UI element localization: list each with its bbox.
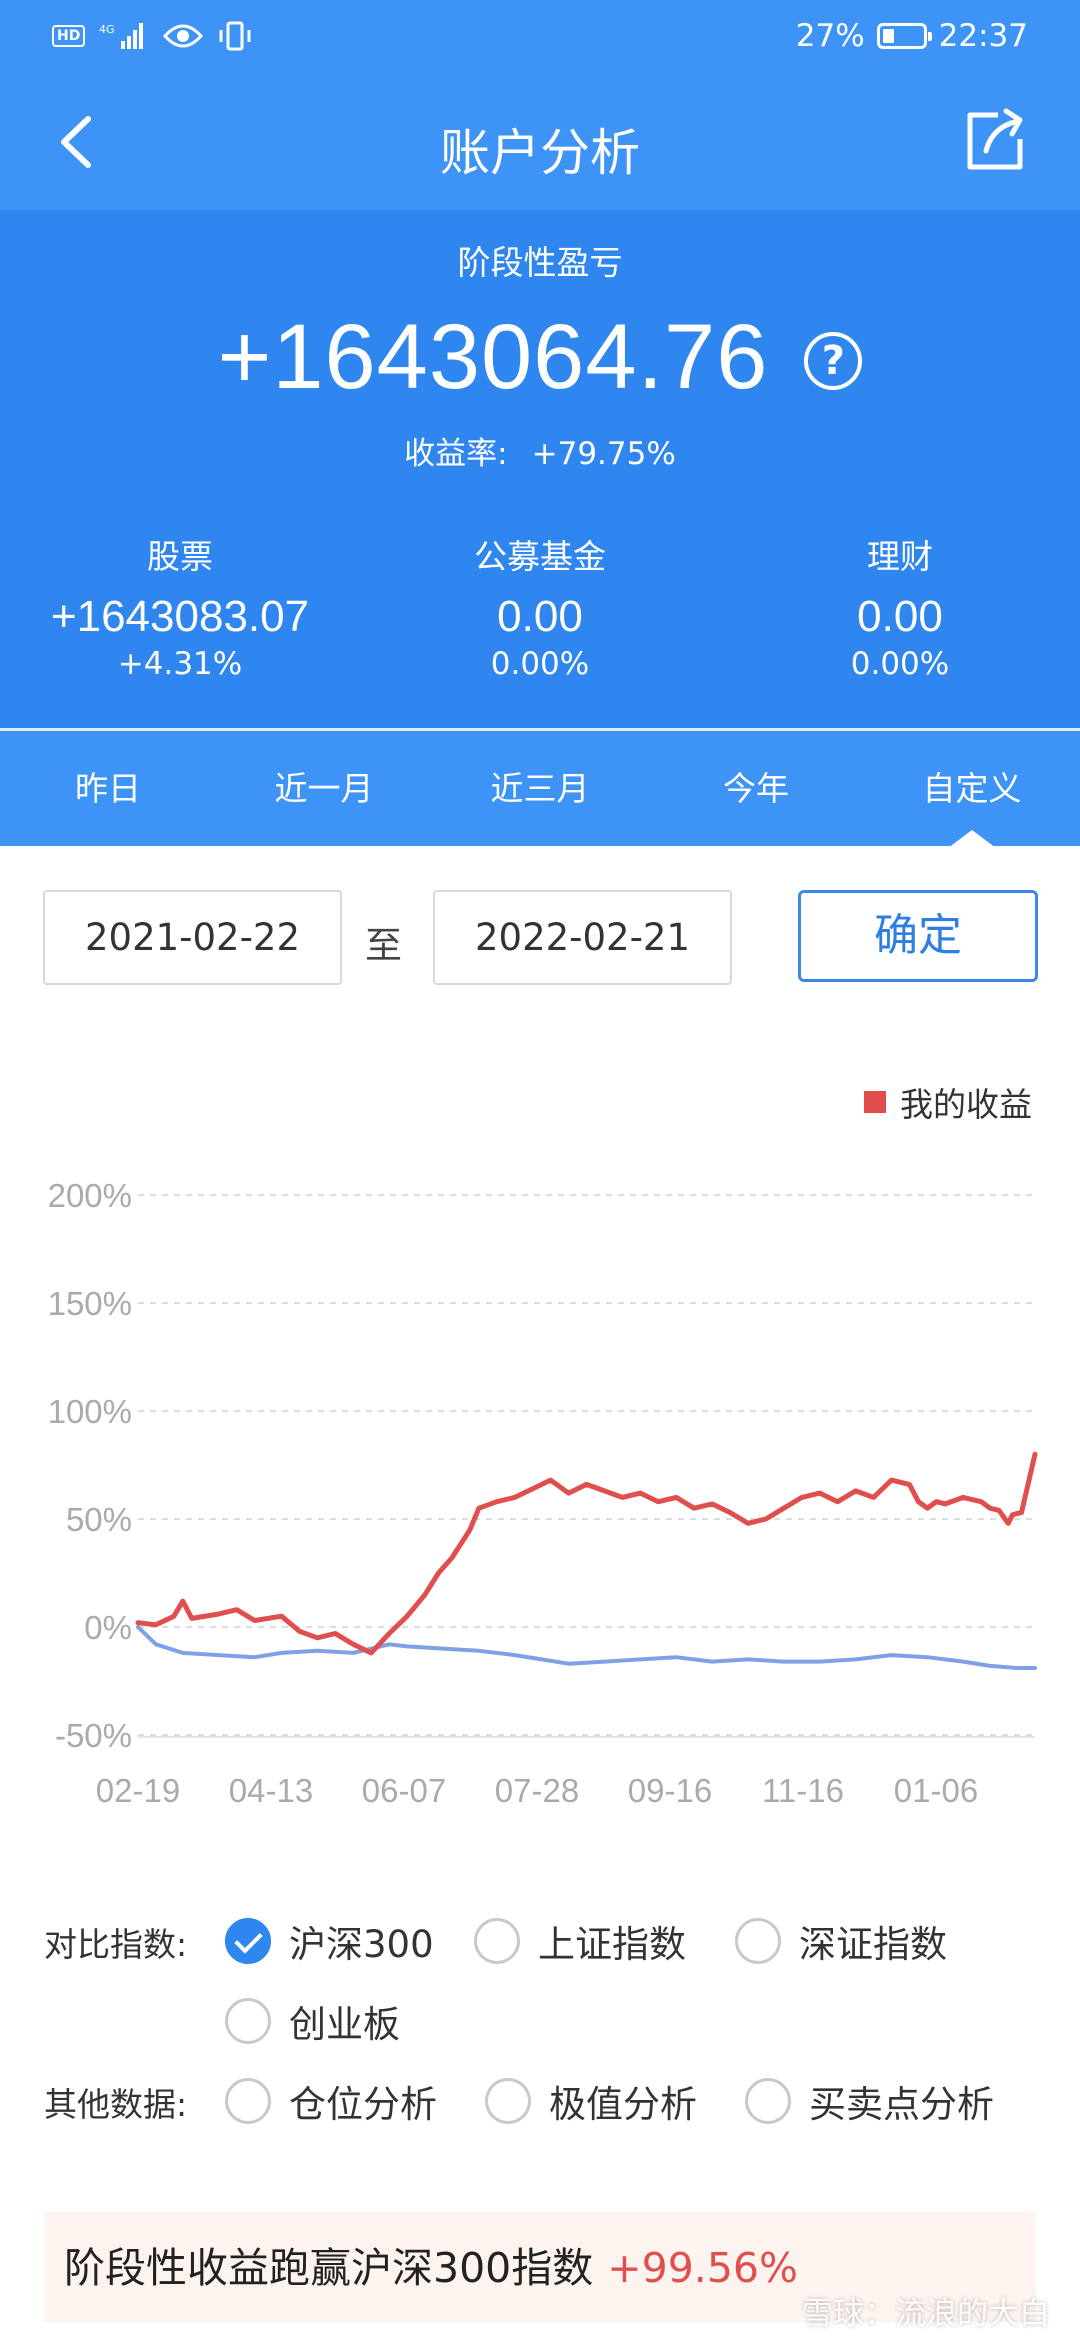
option-szse[interactable]: 深证指数 (735, 1914, 947, 1968)
eye-icon (163, 24, 204, 48)
summary-value-row: +1643064.76 ? (0, 305, 1080, 410)
option-hs300[interactable]: 沪深300 (225, 1914, 434, 1968)
asset-breakdown: 股票 +1643083.07 +4.31% 公募基金 0.00 0.00% 理财… (0, 530, 1080, 682)
option-trade-point-analysis[interactable]: 买卖点分析 (745, 2074, 994, 2128)
share-icon[interactable] (960, 105, 1030, 175)
vibrate-icon (219, 21, 251, 51)
banner-pct: +99.56% (607, 2244, 798, 2292)
start-date-input[interactable]: 2021-02-22 (43, 890, 342, 985)
y-tick-label: 50% (66, 1501, 132, 1538)
option-label: 深证指数 (799, 1923, 947, 1966)
active-tab-indicator (948, 830, 996, 848)
radio-empty-icon (745, 2078, 791, 2124)
y-tick-label: 0% (84, 1609, 132, 1646)
return-rate: 收益率: +79.75% (0, 428, 1080, 473)
y-tick-label: 200% (48, 1177, 132, 1214)
help-icon[interactable]: ? (804, 331, 863, 390)
battery-icon (876, 23, 932, 49)
tab-custom[interactable]: 自定义 (864, 731, 1080, 848)
y-tick-label: -50% (55, 1717, 132, 1754)
tab-custom-label: 自定义 (922, 769, 1022, 808)
option-chinext[interactable]: 创业板 (225, 1994, 400, 2048)
date-separator: 至 (365, 924, 402, 967)
y-tick-label: 150% (48, 1285, 132, 1322)
legend-label: 我的收益 (900, 1085, 1032, 1124)
radio-empty-icon (225, 2078, 271, 2124)
radio-empty-icon (735, 1918, 781, 1964)
option-label: 买卖点分析 (809, 2083, 994, 2126)
status-right: 27% 22:37 (796, 18, 1028, 54)
summary-value: +1643064.76 (217, 306, 769, 408)
asset-pct: +4.31% (117, 646, 243, 682)
option-label: 仓位分析 (289, 2083, 437, 2126)
period-tabs: 昨日 近一月 近三月 今年 自定义 (0, 728, 1080, 848)
legend-swatch (864, 1091, 886, 1113)
x-tick-label: 01-06 (894, 1772, 978, 1809)
confirm-button[interactable]: 确定 (798, 890, 1038, 982)
asset-stocks: 股票 +1643083.07 +4.31% (0, 530, 360, 682)
return-rate-value: +79.75% (531, 436, 676, 472)
series-line (135, 1451, 1038, 1656)
clock: 22:37 (938, 18, 1028, 54)
asset-pct: 0.00% (850, 646, 950, 682)
radio-empty-icon (225, 1998, 271, 2044)
status-bar: HD 4G 27% 22:37 (0, 0, 1080, 75)
option-position-analysis[interactable]: 仓位分析 (225, 2074, 437, 2128)
status-left: HD 4G (52, 20, 253, 52)
hd-icon: HD (52, 25, 86, 47)
asset-value: 0.00 (497, 592, 583, 641)
tab-this-year[interactable]: 今年 (648, 731, 864, 846)
x-tick-label: 04-13 (229, 1772, 313, 1809)
watermark: 雪球：流浪的大白 (802, 2296, 1050, 2332)
banner-text: 阶段性收益跑赢沪深300指数 +99.56% (64, 2234, 798, 2294)
svg-text:4G: 4G (99, 23, 115, 36)
asset-label: 股票 (147, 537, 213, 576)
x-tick-label: 11-16 (762, 1772, 844, 1809)
option-label: 极值分析 (549, 2083, 697, 2126)
option-label: 上证指数 (538, 1923, 686, 1966)
x-tick-label: 06-07 (362, 1772, 446, 1809)
option-label: 创业板 (289, 2003, 400, 2046)
summary-label: 阶段性盈亏 (457, 243, 623, 282)
x-tick-label: 02-19 (96, 1772, 180, 1809)
asset-wealth: 理财 0.00 0.00% (720, 530, 1080, 682)
asset-label: 公募基金 (474, 537, 606, 576)
asset-value: 0.00 (857, 592, 943, 641)
end-date-input[interactable]: 2022-02-21 (433, 890, 732, 985)
option-sse[interactable]: 上证指数 (474, 1914, 686, 1968)
option-extreme-analysis[interactable]: 极值分析 (485, 2074, 697, 2128)
return-chart: 200% 150% 100% 50% 0% -50% 02-19 04-13 06-07 07-2… (48, 1177, 1038, 1809)
tab-one-month[interactable]: 近一月 (216, 731, 432, 846)
asset-funds: 公募基金 0.00 0.00% (360, 530, 720, 682)
x-tick-label: 07-28 (495, 1772, 579, 1809)
tab-yesterday[interactable]: 昨日 (0, 731, 216, 846)
navigation-bar: 账户分析 (0, 75, 1080, 210)
asset-pct: 0.00% (490, 646, 590, 682)
4g-signal-icon: 4G (99, 23, 144, 49)
chart-legend: 我的收益 (864, 1078, 1032, 1126)
y-tick-label: 100% (48, 1393, 132, 1430)
radio-empty-icon (474, 1918, 520, 1964)
asset-value: +1643083.07 (50, 592, 310, 641)
asset-label: 理财 (867, 537, 933, 576)
battery-percent: 27% (795, 18, 865, 54)
checkbox-checked-icon (225, 1918, 271, 1964)
return-rate-label: 收益率: (404, 436, 508, 472)
option-label: 沪深300 (289, 1923, 434, 1966)
banner-message: 阶段性收益跑赢沪深300指数 (64, 2244, 594, 2292)
page-title: 账户分析 (440, 124, 640, 182)
series-line (136, 1625, 1037, 1670)
radio-empty-icon (485, 2078, 531, 2124)
compare-index-label: 对比指数: (44, 1925, 188, 1964)
profit-summary: 阶段性盈亏 +1643064.76 ? 收益率: +79.75% 股票 +1643… (0, 210, 1080, 730)
other-data-label: 其他数据: (44, 2085, 188, 2124)
tab-three-months[interactable]: 近三月 (432, 731, 648, 846)
x-tick-label: 09-16 (628, 1772, 712, 1809)
